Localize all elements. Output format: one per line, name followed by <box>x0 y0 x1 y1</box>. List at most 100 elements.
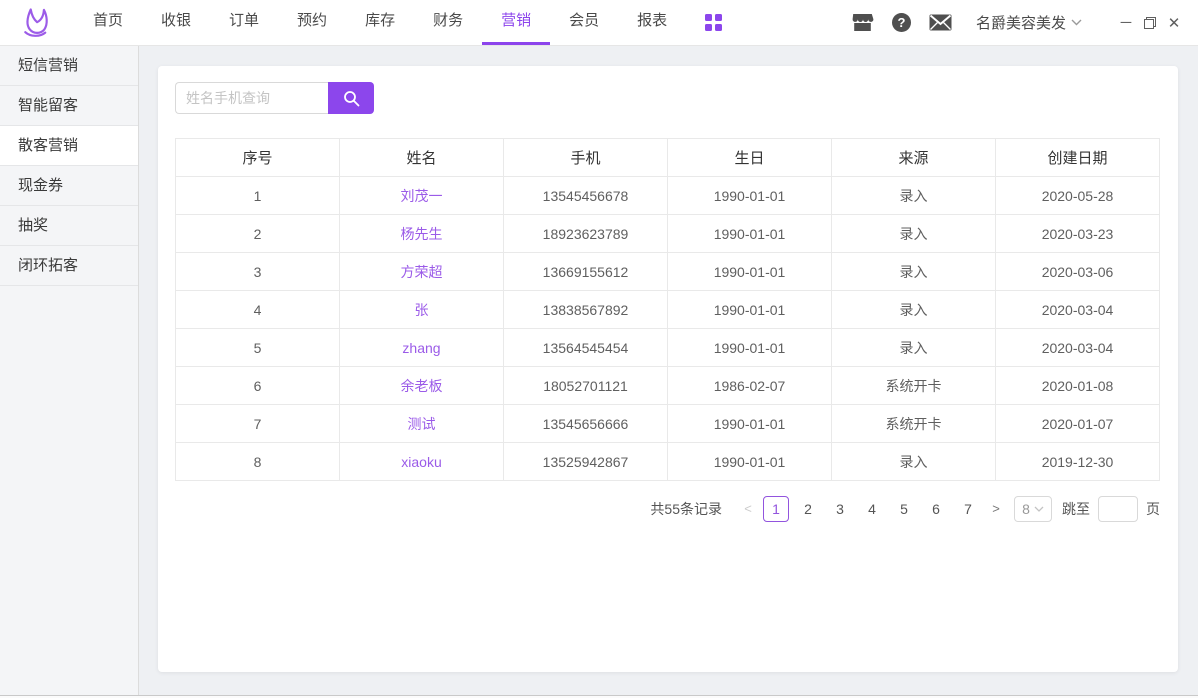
customer-name-link[interactable]: 余老板 <box>401 378 443 394</box>
nav-item[interactable]: 库存 <box>346 0 414 45</box>
nav-item[interactable]: 首页 <box>74 0 142 45</box>
cell-phone: 13564545454 <box>504 329 668 367</box>
nav-item[interactable]: 订单 <box>210 0 278 45</box>
table-row: 7测试135456566661990-01-01系统开卡2020-01-07 <box>176 405 1160 443</box>
page-unit-label: 页 <box>1146 499 1160 519</box>
customer-name-link[interactable]: 测试 <box>408 416 436 432</box>
next-page-button[interactable]: > <box>984 496 1008 522</box>
account-dropdown[interactable]: 名爵美容美发 <box>976 12 1082 33</box>
search-bar <box>175 82 1160 114</box>
customer-table: 序号姓名手机生日来源创建日期 1刘茂一135454566781990-01-01… <box>175 138 1160 481</box>
customer-name-link[interactable]: 刘茂一 <box>401 188 443 204</box>
total-records-text: 共55条记录 <box>650 499 722 519</box>
help-icon[interactable]: ? <box>892 13 911 32</box>
cell-birthday: 1990-01-01 <box>668 443 832 481</box>
brand-logo <box>18 3 62 45</box>
table-header-row: 序号姓名手机生日来源创建日期 <box>176 139 1160 177</box>
sidebar-item[interactable]: 闭环拓客 <box>0 246 138 286</box>
table-row: 1刘茂一135454566781990-01-01录入2020-05-28 <box>176 177 1160 215</box>
cell-name: 余老板 <box>340 367 504 405</box>
minimize-button[interactable]: ─ <box>1114 8 1138 38</box>
restore-button[interactable] <box>1138 8 1162 38</box>
page-number[interactable]: 1 <box>763 496 789 522</box>
page-number[interactable]: 6 <box>923 496 949 522</box>
cell-source: 系统开卡 <box>832 367 996 405</box>
cell-index: 4 <box>176 291 340 329</box>
cell-created: 2020-05-28 <box>996 177 1160 215</box>
nav-item[interactable]: 营销 <box>482 0 550 45</box>
content-area: 序号姓名手机生日来源创建日期 1刘茂一135454566781990-01-01… <box>139 46 1198 695</box>
prev-page-button[interactable]: < <box>736 496 760 522</box>
cell-source: 系统开卡 <box>832 405 996 443</box>
table-row: 3方荣超136691556121990-01-01录入2020-03-06 <box>176 253 1160 291</box>
table-row: 6余老板180527011211986-02-07系统开卡2020-01-08 <box>176 367 1160 405</box>
nav-item[interactable]: 会员 <box>550 0 618 45</box>
sidebar: 短信营销智能留客散客营销现金券抽奖闭环拓客 <box>0 46 139 695</box>
mail-icon[interactable] <box>929 14 952 31</box>
pagination: 共55条记录 < 1234567 > 8 跳至 页 <box>175 496 1160 522</box>
cell-index: 5 <box>176 329 340 367</box>
sidebar-item[interactable]: 智能留客 <box>0 86 138 126</box>
customer-name-link[interactable]: 张 <box>415 302 429 318</box>
sidebar-item[interactable]: 抽奖 <box>0 206 138 246</box>
cell-created: 2020-03-04 <box>996 329 1160 367</box>
cell-created: 2020-03-04 <box>996 291 1160 329</box>
cell-name: 杨先生 <box>340 215 504 253</box>
customer-name-link[interactable]: 方荣超 <box>401 264 443 280</box>
table-row: 5zhang135645454541990-01-01录入2020-03-04 <box>176 329 1160 367</box>
content-card: 序号姓名手机生日来源创建日期 1刘茂一135454566781990-01-01… <box>158 66 1178 672</box>
customer-name-link[interactable]: 杨先生 <box>401 226 443 242</box>
cell-phone: 18923623789 <box>504 215 668 253</box>
cell-name: xiaoku <box>340 443 504 481</box>
main-nav: 首页收银订单预约库存财务营销会员报表 <box>74 0 686 45</box>
cell-birthday: 1990-01-01 <box>668 253 832 291</box>
customer-name-link[interactable]: xiaoku <box>401 454 441 470</box>
page-number[interactable]: 4 <box>859 496 885 522</box>
tulip-logo-icon <box>18 5 58 43</box>
jump-page-input[interactable] <box>1098 496 1138 522</box>
cell-phone: 13545656666 <box>504 405 668 443</box>
page-number[interactable]: 7 <box>955 496 981 522</box>
cell-created: 2020-01-08 <box>996 367 1160 405</box>
column-header-index: 序号 <box>176 139 340 177</box>
search-button[interactable] <box>328 82 374 114</box>
cell-source: 录入 <box>832 215 996 253</box>
storefront-icon[interactable] <box>851 13 874 32</box>
top-bar-right: ? 名爵美容美发 ─ ✕ <box>851 0 1198 45</box>
page-number[interactable]: 3 <box>827 496 853 522</box>
sidebar-item[interactable]: 散客营销 <box>0 126 138 166</box>
column-header-name: 姓名 <box>340 139 504 177</box>
column-header-phone: 手机 <box>504 139 668 177</box>
cell-index: 6 <box>176 367 340 405</box>
chevron-down-icon <box>1034 506 1044 512</box>
cell-name: 刘茂一 <box>340 177 504 215</box>
apps-grid-icon[interactable] <box>705 14 722 31</box>
nav-item[interactable]: 收银 <box>142 0 210 45</box>
page-size-select[interactable]: 8 <box>1014 496 1052 522</box>
customer-name-link[interactable]: zhang <box>402 340 440 356</box>
cell-birthday: 1986-02-07 <box>668 367 832 405</box>
page-number[interactable]: 5 <box>891 496 917 522</box>
main-layout: 短信营销智能留客散客营销现金券抽奖闭环拓客 序号姓名手机生日来源创建日期 1 刘茂… <box>0 46 1198 695</box>
sidebar-item[interactable]: 现金券 <box>0 166 138 206</box>
sidebar-item[interactable]: 短信营销 <box>0 46 138 86</box>
cell-phone: 13669155612 <box>504 253 668 291</box>
search-input[interactable] <box>175 82 328 114</box>
nav-item[interactable]: 报表 <box>618 0 686 45</box>
cell-phone: 13838567892 <box>504 291 668 329</box>
cell-phone: 13525942867 <box>504 443 668 481</box>
cell-index: 1 <box>176 177 340 215</box>
page-list: 1234567 <box>760 496 984 522</box>
cell-created: 2019-12-30 <box>996 443 1160 481</box>
nav-item[interactable]: 预约 <box>278 0 346 45</box>
page-number[interactable]: 2 <box>795 496 821 522</box>
jump-to-label: 跳至 <box>1062 499 1090 519</box>
cell-phone: 13545456678 <box>504 177 668 215</box>
nav-item[interactable]: 财务 <box>414 0 482 45</box>
cell-name: 测试 <box>340 405 504 443</box>
cell-name: 方荣超 <box>340 253 504 291</box>
page-size-value: 8 <box>1022 501 1030 517</box>
table-row: 2杨先生189236237891990-01-01录入2020-03-23 <box>176 215 1160 253</box>
close-button[interactable]: ✕ <box>1162 8 1186 38</box>
column-header-created: 创建日期 <box>996 139 1160 177</box>
